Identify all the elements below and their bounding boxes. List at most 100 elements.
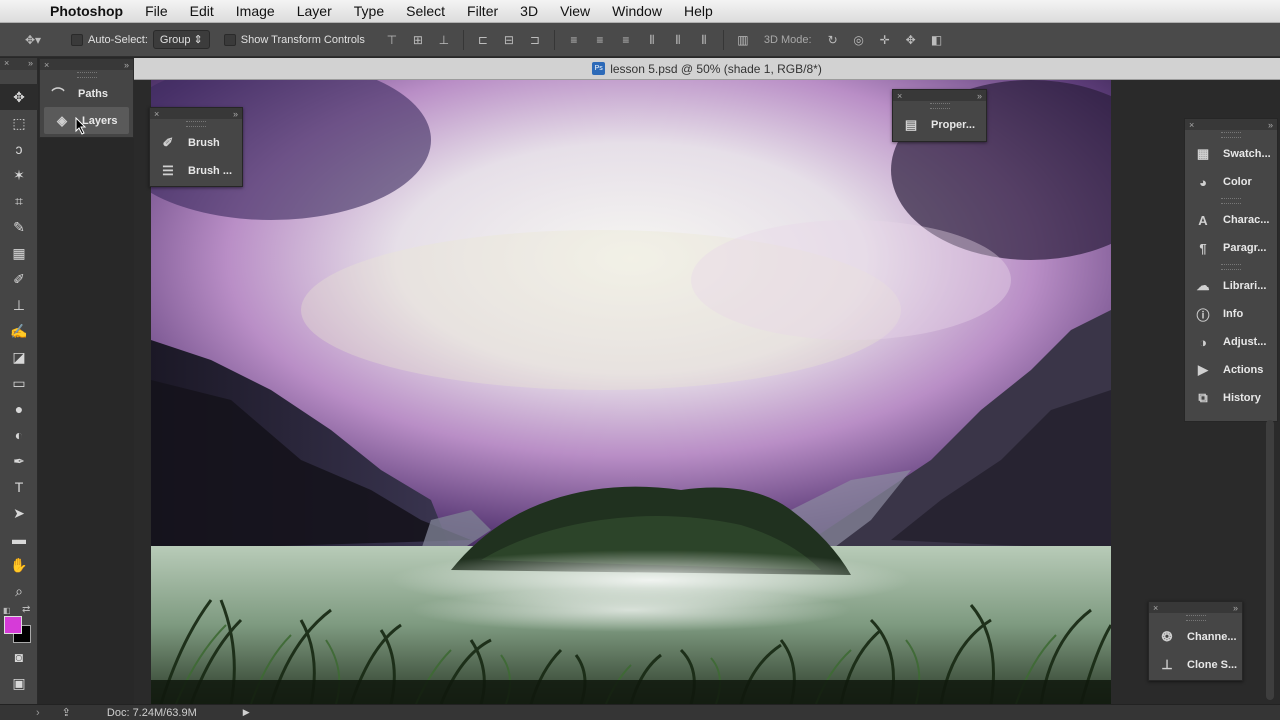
panel-item-actions[interactable]: ▶ Actions: [1185, 356, 1277, 384]
panel-item-brush-presets[interactable]: ☰ Brush ...: [150, 157, 242, 185]
brush-panel: × » ✐ Brush ☰ Brush ...: [149, 107, 243, 187]
document-tab[interactable]: Ps lesson 5.psd @ 50% (shade 1, RGB/8*): [134, 58, 1280, 80]
panel-item-color[interactable]: ◕ Color: [1185, 168, 1277, 196]
distribute-bottom-icon[interactable]: ≡: [618, 33, 634, 47]
eraser-tool-icon[interactable]: ◪: [0, 344, 38, 370]
collapse-icon[interactable]: »: [28, 58, 33, 70]
marquee-tool-icon[interactable]: ⬚: [0, 110, 38, 136]
gradient-tool-icon[interactable]: ▭: [0, 370, 38, 396]
quick-mask-icon[interactable]: ◙: [0, 644, 38, 670]
collapse-icon[interactable]: »: [977, 91, 982, 101]
menu-app[interactable]: Photoshop: [40, 3, 135, 19]
brush-tool-icon[interactable]: ✐: [0, 266, 38, 292]
default-colors-icon[interactable]: ◧: [3, 606, 11, 615]
panel-item-clone-source[interactable]: ⊥ Clone S...: [1149, 651, 1242, 679]
menu-filter[interactable]: Filter: [457, 3, 510, 19]
panel-grip[interactable]: [1221, 264, 1241, 270]
menu-type[interactable]: Type: [344, 3, 396, 19]
transform-controls-checkbox[interactable]: [223, 33, 236, 46]
type-tool-icon[interactable]: T: [0, 474, 38, 500]
distribute-hcenter-icon[interactable]: ⫴: [670, 33, 686, 47]
blur-tool-icon[interactable]: ●: [0, 396, 38, 422]
panel-grip[interactable]: [76, 72, 97, 78]
screen-mode-icon[interactable]: ▣: [0, 670, 38, 696]
align-bottom-icon[interactable]: ⊥: [436, 33, 452, 47]
align-left-icon[interactable]: ⊏: [475, 33, 491, 47]
close-icon[interactable]: ×: [1189, 120, 1194, 130]
menu-layer[interactable]: Layer: [287, 3, 344, 19]
close-icon[interactable]: ×: [897, 91, 902, 101]
3d-roll-icon[interactable]: ◎: [851, 33, 867, 47]
collapse-icon[interactable]: »: [233, 109, 238, 119]
3d-rotate-icon[interactable]: ↻: [825, 33, 841, 47]
close-icon[interactable]: ×: [1153, 603, 1158, 613]
vertical-scrollbar[interactable]: [1266, 420, 1274, 700]
collapse-icon[interactable]: »: [1268, 120, 1273, 130]
panel-grip[interactable]: [929, 103, 950, 109]
panel-item-label: Proper...: [931, 119, 976, 131]
align-right-icon[interactable]: ⊐: [527, 33, 543, 47]
distribute-left-icon[interactable]: ⫴: [644, 33, 660, 47]
menu-select[interactable]: Select: [396, 3, 457, 19]
move-tool-preset-icon[interactable]: ✥▾: [20, 33, 46, 47]
collapse-icon[interactable]: »: [124, 60, 129, 70]
panel-grip[interactable]: [1221, 132, 1241, 138]
align-vcenter-icon[interactable]: ⊞: [410, 33, 426, 47]
zoom-tool-icon[interactable]: ⌕: [0, 578, 38, 604]
auto-align-icon[interactable]: ▥: [735, 33, 751, 47]
distribute-right-icon[interactable]: ⫴: [696, 33, 712, 47]
lasso-tool-icon[interactable]: ↄ: [0, 136, 38, 162]
move-tool-icon[interactable]: ✥: [0, 84, 38, 110]
panel-item-paragraph[interactable]: ¶ Paragr...: [1185, 234, 1277, 262]
3d-scale-icon[interactable]: ◧: [929, 33, 945, 47]
align-top-icon[interactable]: ⊤: [384, 33, 400, 47]
menu-image[interactable]: Image: [226, 3, 287, 19]
distribute-top-icon[interactable]: ≡: [566, 33, 582, 47]
close-icon[interactable]: ×: [44, 60, 49, 70]
swap-colors-icon[interactable]: ⇄: [22, 604, 30, 615]
panel-item-libraries[interactable]: ☁ Librari...: [1185, 272, 1277, 300]
menu-help[interactable]: Help: [674, 3, 725, 19]
menu-window[interactable]: Window: [602, 3, 674, 19]
path-selection-tool-icon[interactable]: ➤: [0, 500, 38, 526]
foreground-color-swatch[interactable]: [4, 616, 22, 634]
rectangle-tool-icon[interactable]: ▬: [0, 526, 38, 552]
crop-tool-icon[interactable]: ⌗: [0, 188, 38, 214]
pen-tool-icon[interactable]: ✒: [0, 448, 38, 474]
healing-brush-tool-icon[interactable]: ▦: [0, 240, 38, 266]
hand-tool-icon[interactable]: ✋: [0, 552, 38, 578]
auto-select-dropdown[interactable]: Group ⇕: [152, 30, 210, 49]
menu-file[interactable]: File: [135, 3, 180, 19]
panel-item-brush[interactable]: ✐ Brush: [150, 129, 242, 157]
menu-view[interactable]: View: [550, 3, 602, 19]
panel-item-channels[interactable]: ❂ Channe...: [1149, 623, 1242, 651]
auto-select-checkbox[interactable]: [71, 33, 83, 46]
align-hcenter-icon[interactable]: ⊟: [501, 33, 517, 47]
close-icon[interactable]: ×: [154, 109, 159, 119]
document-canvas[interactable]: [151, 80, 1111, 704]
close-icon[interactable]: ×: [4, 58, 9, 70]
panel-grip[interactable]: [1185, 615, 1206, 621]
panel-item-swatches[interactable]: ▦ Swatch...: [1185, 140, 1277, 168]
panel-grip[interactable]: [186, 121, 206, 127]
panel-grip[interactable]: [1221, 198, 1241, 204]
3d-slide-icon[interactable]: ✥: [903, 33, 919, 47]
export-icon[interactable]: ⇪: [62, 706, 71, 719]
clone-stamp-tool-icon[interactable]: ⊥: [0, 292, 38, 318]
panel-item-adjustments[interactable]: ◑ Adjust...: [1185, 328, 1277, 356]
menu-3d[interactable]: 3D: [510, 3, 550, 19]
status-menu-icon[interactable]: ▶: [243, 707, 250, 718]
panel-item-properties[interactable]: ▤ Proper...: [893, 111, 986, 139]
panel-item-character[interactable]: A Charac...: [1185, 206, 1277, 234]
panel-item-info[interactable]: ⓘ Info: [1185, 300, 1277, 328]
magic-wand-tool-icon[interactable]: ✶: [0, 162, 38, 188]
eyedropper-tool-icon[interactable]: ✎: [0, 214, 38, 240]
collapse-icon[interactable]: »: [1233, 603, 1238, 613]
menu-edit[interactable]: Edit: [180, 3, 226, 19]
panel-item-history[interactable]: ⧉ History: [1185, 384, 1277, 412]
panel-item-paths[interactable]: ⌒ Paths: [40, 80, 133, 107]
distribute-vcenter-icon[interactable]: ≡: [592, 33, 608, 47]
history-brush-tool-icon[interactable]: ✍: [0, 318, 38, 344]
dodge-tool-icon[interactable]: ◐: [0, 422, 38, 448]
3d-pan-icon[interactable]: ✛: [877, 33, 893, 47]
